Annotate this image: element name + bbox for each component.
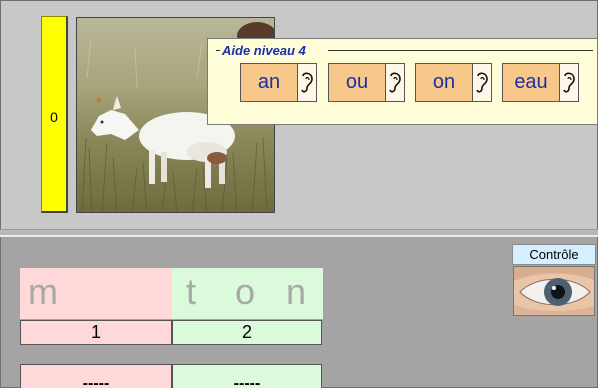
letter: o — [235, 271, 256, 312]
syllable-2-answer-field[interactable]: ----- — [172, 364, 322, 388]
syllable-1-answer-field[interactable]: ----- — [20, 364, 172, 388]
ear-icon[interactable] — [386, 63, 405, 102]
help-title: Aide niveau 4 — [222, 42, 308, 58]
sound-label: on — [415, 63, 473, 102]
syllable-2-letters: t o n — [172, 268, 323, 319]
score-value: 0 — [50, 109, 58, 125]
section-divider — [0, 229, 598, 237]
ear-icon[interactable] — [560, 63, 579, 102]
ear-icon[interactable] — [298, 63, 317, 102]
help-legend: Aide niveau 4 — [216, 42, 308, 58]
sound-button-on[interactable]: on — [415, 63, 492, 102]
sound-label: an — [240, 63, 298, 102]
letter: t — [186, 271, 197, 312]
score-bar: 0 — [41, 16, 68, 213]
help-panel: Aide niveau 4 an ou on eau — [207, 38, 598, 125]
ear-icon[interactable] — [473, 63, 492, 102]
eye-image — [514, 267, 594, 315]
eye-icon[interactable] — [513, 266, 595, 316]
syllable-1-number: 1 — [20, 320, 172, 345]
sound-label: eau — [502, 63, 560, 102]
syllable-1-letters: m — [20, 268, 172, 319]
sound-button-an[interactable]: an — [240, 63, 317, 102]
letter: m — [28, 271, 58, 312]
sound-button-ou[interactable]: ou — [328, 63, 405, 102]
sound-button-eau[interactable]: eau — [502, 63, 579, 102]
letter: n — [286, 271, 307, 312]
sound-label: ou — [328, 63, 386, 102]
help-frame-line — [328, 50, 593, 51]
syllable-2-number: 2 — [172, 320, 322, 345]
controle-label: Contrôle — [512, 244, 596, 265]
legend-dash — [216, 49, 220, 51]
